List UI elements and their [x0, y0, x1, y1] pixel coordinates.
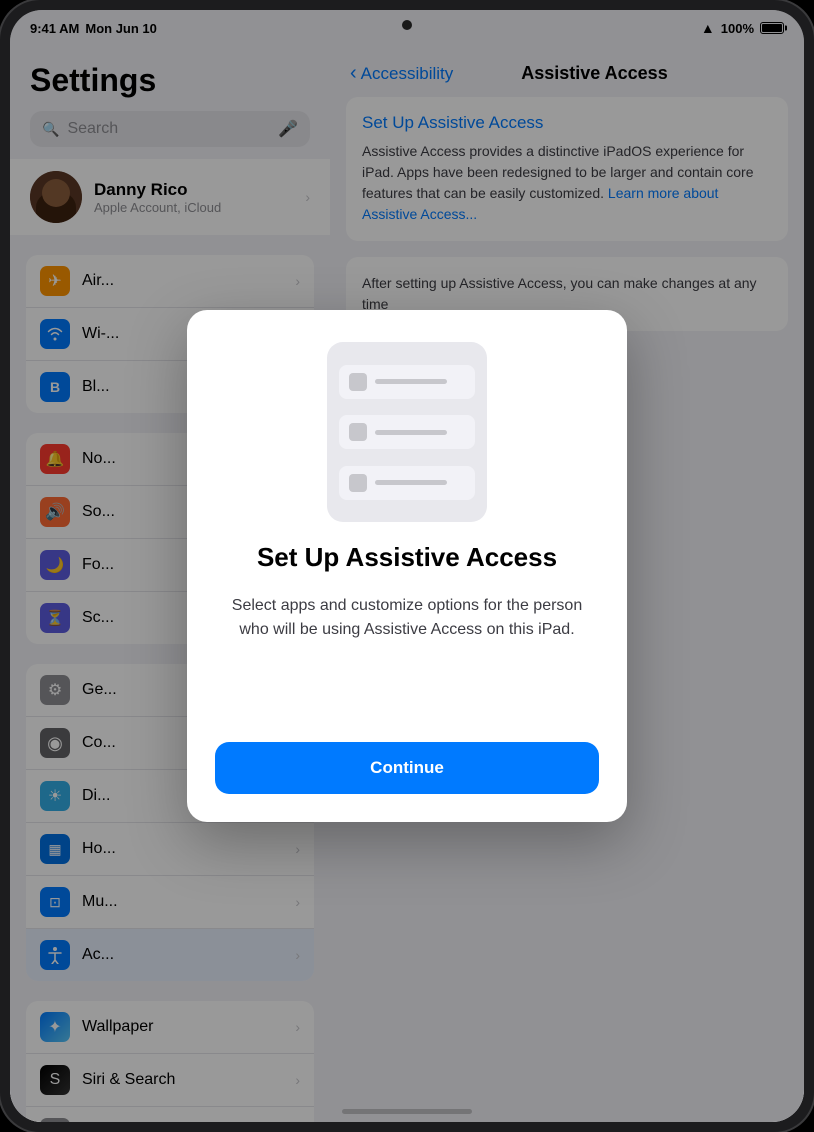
modal-overlay: Set Up Assistive Access Select apps and …: [10, 10, 804, 1122]
ipad-screen: 9:41 AM Mon Jun 10 ▲ 100% Settings 🔍 Sea: [10, 10, 804, 1122]
ipad-frame: 9:41 AM Mon Jun 10 ▲ 100% Settings 🔍 Sea: [0, 0, 814, 1132]
list-line: [375, 480, 447, 485]
list-line: [375, 430, 447, 435]
list-lines: [375, 480, 465, 485]
list-row-1: [339, 365, 475, 399]
list-icon: [349, 373, 367, 391]
list-row-2: [339, 415, 475, 449]
continue-button[interactable]: Continue: [215, 742, 599, 794]
list-icon: [349, 423, 367, 441]
list-lines: [375, 430, 465, 435]
assistive-access-modal: Set Up Assistive Access Select apps and …: [187, 310, 627, 821]
modal-description: Select apps and customize options for th…: [215, 594, 599, 642]
list-row-3: [339, 466, 475, 500]
list-line: [375, 379, 447, 384]
modal-title: Set Up Assistive Access: [257, 542, 557, 573]
list-lines: [375, 379, 465, 384]
list-icon: [349, 474, 367, 492]
modal-illustration: [327, 342, 487, 522]
